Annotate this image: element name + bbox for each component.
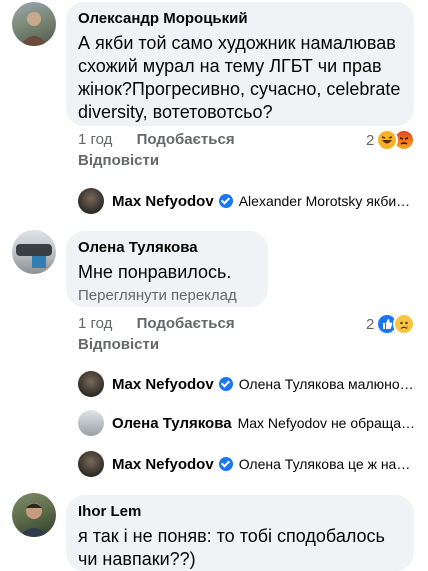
comment-text: А якби той само художник намалював схожи…: [78, 33, 401, 122]
comment-author[interactable]: Ihor Lem: [78, 503, 402, 521]
verified-badge-icon: [218, 194, 233, 208]
reply-preview[interactable]: Max Nefyodov Олена Тулякова це ж на…: [78, 451, 418, 477]
reply-author: Олена Тулякова: [112, 414, 232, 432]
reply-author: Max Nefyodov: [112, 375, 214, 393]
comment-text: Мне понравилось.: [78, 262, 232, 282]
comment-actions: 1 год Подобається: [78, 131, 235, 148]
reply-button[interactable]: Відповісти: [78, 152, 159, 169]
comment-actions: 1 год Подобається: [78, 315, 235, 332]
haha-icon: [376, 129, 399, 151]
avatar: [78, 451, 104, 477]
reaction-count: 2: [366, 315, 375, 333]
avatar: [78, 188, 104, 214]
person-silhouette-icon: [20, 12, 48, 46]
avatar[interactable]: [12, 493, 56, 537]
like-button[interactable]: Подобається: [137, 131, 235, 148]
avatar: [78, 410, 104, 436]
reaction-summary[interactable]: 2: [366, 313, 416, 335]
avatar[interactable]: [12, 2, 56, 46]
reaction-summary[interactable]: 2: [366, 129, 416, 151]
comment-text: я так і не поняв: то тобі сподобалось чи…: [78, 526, 385, 569]
reply-snippet: Max Nefyodov не обраща…: [237, 415, 416, 431]
reply-snippet: Олена Тулякова це ж на…: [238, 456, 411, 472]
verified-badge-icon: [218, 457, 233, 471]
reply-snippet: Олена Тулякова малюно…: [238, 376, 414, 392]
reply-author: Max Nefyodov: [112, 192, 214, 210]
avatar[interactable]: [12, 230, 56, 274]
verified-badge-icon: [218, 377, 233, 391]
reply-button[interactable]: Відповісти: [78, 336, 159, 353]
reply-preview[interactable]: Max Nefyodov Олена Тулякова малюно…: [78, 371, 418, 397]
reply-preview[interactable]: Max Nefyodov Alexander Morotsky якби…: [78, 188, 418, 214]
comment-author[interactable]: Олександр Мороцький: [78, 10, 402, 28]
comment-bubble: Олена Тулякова Мне понравилось. Переглян…: [66, 231, 268, 307]
comment-time[interactable]: 1 год: [78, 131, 112, 148]
comment-time[interactable]: 1 год: [78, 315, 112, 332]
reply-snippet: Alexander Morotsky якби…: [238, 193, 411, 209]
comment-author[interactable]: Олена Тулякова: [78, 239, 256, 257]
comment-bubble: Ihor Lem я так і не поняв: то тобі сподо…: [66, 495, 414, 571]
comment-bubble: Олександр Мороцький А якби той само худо…: [66, 2, 414, 126]
see-translation-link[interactable]: Переглянути переклад: [78, 287, 256, 304]
like-button[interactable]: Подобається: [137, 315, 235, 332]
reaction-count: 2: [366, 131, 375, 149]
car-photo-icon: [16, 244, 52, 268]
reply-author: Max Nefyodov: [112, 455, 214, 473]
reply-preview[interactable]: Олена Тулякова Max Nefyodov не обраща…: [78, 410, 418, 436]
avatar: [78, 371, 104, 397]
sad-icon: [393, 313, 416, 335]
person-silhouette-icon: [19, 503, 49, 537]
